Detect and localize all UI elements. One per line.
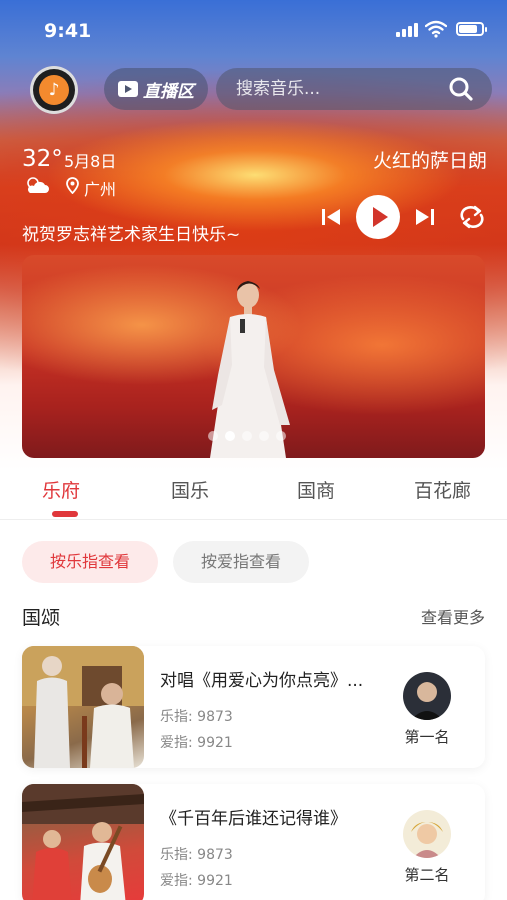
next-track-icon[interactable] [414,206,436,228]
app-logo[interactable]: ♪ [30,66,78,114]
love-index: 爱指: 9921 [160,873,233,889]
filter-by-music-index-button[interactable]: 按乐指查看 [22,541,158,583]
search-input[interactable] [236,68,446,110]
song-thumbnail [22,784,144,900]
carousel-indicators [208,431,286,441]
carousel-dot[interactable] [225,431,235,441]
song-title[interactable]: 对唱《用爱心为你点亮》... [160,666,390,691]
carousel-dot[interactable] [259,431,269,441]
wifi-icon [425,20,447,38]
love-index: 爱指: 9921 [160,735,233,751]
live-zone-button[interactable]: 直播区 [104,68,208,110]
city: 广州 [84,180,117,199]
view-more-link[interactable]: 查看更多 [421,604,485,628]
search-icon[interactable] [448,76,474,102]
battery-icon [456,22,487,36]
battery-level [459,25,477,33]
status-bar: 9:41 [0,0,507,56]
song-card[interactable]: 对唱《用爱心为你点亮》... 乐指: 9873 爱指: 9921 第一名 [22,646,485,768]
section-title: 国颂 [22,607,61,629]
previous-track-icon[interactable] [320,206,342,228]
tv-icon [118,81,138,97]
banner-message: 祝贺罗志祥艺术家生日快乐~ [22,225,241,245]
cellular-signal-icon [396,23,418,37]
status-time: 9:41 [44,20,92,42]
song-thumbnail [22,646,144,768]
song-card[interactable]: 《千百年后谁还记得谁》 乐指: 9873 爱指: 9921 第二名 [22,784,485,900]
carousel-dot[interactable] [242,431,252,441]
rank-label: 第二名 [404,866,450,884]
rank-label: 第一名 [404,728,450,746]
banner-carousel[interactable] [22,255,485,458]
play-button[interactable] [356,195,400,239]
tab-guoshang[interactable]: 国商 [297,476,335,503]
carousel-dot[interactable] [208,431,218,441]
filter-by-love-index-button[interactable]: 按爱指查看 [173,541,309,583]
tab-yuefu[interactable]: 乐府 [42,476,80,503]
tab-baihualang[interactable]: 百花廊 [414,476,471,503]
music-index: 乐指: 9873 [160,847,233,863]
now-playing-title[interactable]: 火红的萨日朗 [373,146,487,173]
partly-cloudy-icon [27,177,49,193]
song-title[interactable]: 《千百年后谁还记得谁》 [160,804,390,829]
artist-avatar[interactable] [403,810,451,858]
tab-guoyue[interactable]: 国乐 [171,476,209,503]
music-index: 乐指: 9873 [160,709,233,725]
artist-avatar[interactable] [403,672,451,720]
music-note-icon: ♪ [39,75,69,105]
search-bar[interactable] [216,68,492,110]
date: 5月8日 [64,152,117,171]
category-tabs: 乐府 国乐 国商 百花廊 [0,470,507,520]
live-zone-label: 直播区 [143,81,194,102]
active-tab-indicator [52,511,78,517]
temperature: 32° [22,146,63,172]
carousel-dot[interactable] [276,431,286,441]
location-pin-icon [66,177,79,194]
repeat-icon[interactable] [458,205,486,229]
